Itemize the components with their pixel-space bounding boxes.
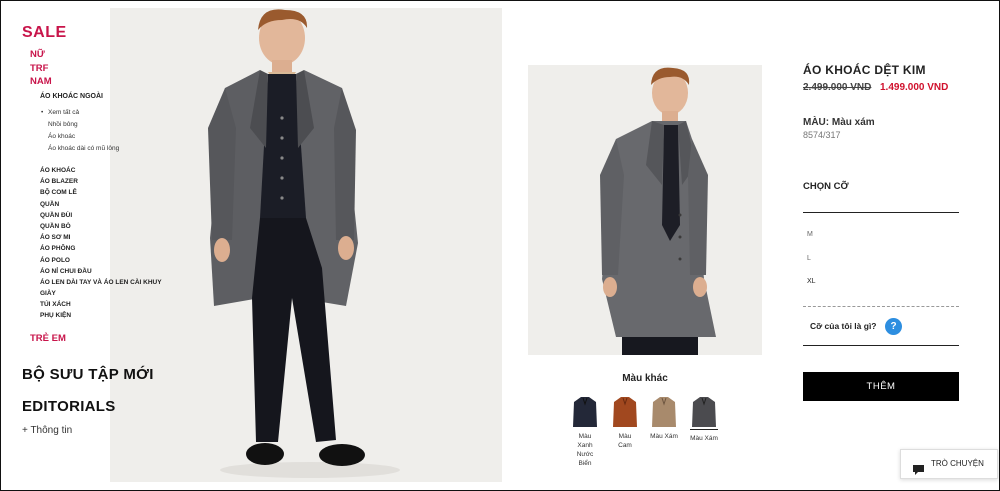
nav-category-item[interactable]: ÁO KHOÁC [40,165,162,176]
color-swatch[interactable]: Màu Xanh Nước Biển [571,396,599,468]
nav-editorials[interactable]: EDITORIALS [22,398,116,415]
nav-category-item[interactable]: ÁO SƠ MI [40,232,162,243]
nav-sale[interactable]: SALE [22,24,67,42]
nav-outerwear-item[interactable]: Áo khoác dài có mũ lông [48,143,119,155]
add-to-cart-button[interactable]: THÊM [803,372,959,401]
nav-men[interactable]: NAM [30,76,52,87]
color-swatch[interactable]: Màu Cam [611,396,639,450]
nav-category-item[interactable]: BỘ COM LÊ [40,187,162,198]
choose-size-heading: CHỌN CỠ [803,181,849,192]
more-info-link[interactable]: + Thông tin [22,425,72,436]
nav-category-item[interactable]: TÚI XÁCH [40,299,162,310]
sale-price: 1.499.000 VND [880,82,949,93]
nav-category-item[interactable]: QUẦN [40,199,162,210]
nav-category-item[interactable]: PHỤ KIỆN [40,310,162,321]
product-reference: 8574/317 [803,130,841,140]
swatch-label: Màu Xám [650,433,678,440]
chat-button[interactable]: TRÒ CHUYỆN [900,449,998,479]
coat-thumbnail-icon [573,397,597,427]
original-price: 2.499.000 VND [803,82,872,93]
nav-category-item[interactable]: ÁO LEN DÀI TAY VÀ ÁO LEN CÀI KHUY [40,277,162,288]
divider [803,345,959,346]
help-icon[interactable]: ? [885,318,902,335]
nav-kids[interactable]: TRẺ EM [30,333,66,344]
chat-label: TRÒ CHUYỆN [931,459,984,468]
divider [803,212,959,213]
nav-outerwear-item[interactable]: Áo khoác [48,131,119,143]
nav-outerwear-heading[interactable]: ÁO KHOÁC NGOÀI [40,93,103,100]
coat-thumbnail-icon [652,397,676,427]
chat-bubble-icon [913,459,924,487]
nav-women[interactable]: NỮ [30,49,45,60]
coat-thumbnail-icon [613,397,637,427]
nav-category-item[interactable]: QUẦN ĐÙI [40,210,162,221]
product-color: MÀU: Màu xám [803,117,875,128]
nav-trf[interactable]: TRF [30,63,48,74]
color-swatch[interactable]: Màu Xám [650,396,678,441]
product-title: ÁO KHOÁC DỆT KIM [803,63,926,77]
nav-outerwear-list: Xem tất cả Nhồi bông Áo khoác Áo khoác d… [41,107,119,155]
selected-indicator [690,429,718,430]
nav-outerwear-item[interactable]: Nhồi bông [48,119,119,131]
secondary-product-photo [528,65,762,355]
nav-category-item[interactable]: ÁO POLO [40,255,162,266]
swatch-label: Màu Xanh Nước Biển [576,433,594,467]
other-colors-title: Màu khác [622,373,668,384]
nav-men-categories: ÁO KHOÁC ÁO BLAZER BỘ COM LÊ QUẦN QUẦN Đ… [40,165,162,322]
size-option-m[interactable]: M [807,231,813,238]
size-option-l[interactable]: L [807,255,811,262]
swatch-label: Màu Cam [618,433,632,449]
nav-category-item[interactable]: ÁO NỈ CHUI ĐẦU [40,266,162,277]
size-option-xl[interactable]: XL [807,278,816,285]
nav-category-item[interactable]: QUẦN BÒ [40,221,162,232]
nav-category-item[interactable]: ÁO PHÔNG [40,243,162,254]
swatch-label: Màu Xám [690,435,718,442]
nav-new-collection[interactable]: BỘ SƯU TẬP MỚI [22,366,154,383]
coat-thumbnail-icon [692,397,716,427]
nav-category-item[interactable]: GIÀY [40,288,162,299]
color-swatch-selected[interactable]: Màu Xám [690,396,718,443]
divider-dashed [803,306,959,307]
nav-category-item[interactable]: ÁO BLAZER [40,176,162,187]
main-product-photo [110,8,502,482]
nav-outerwear-item[interactable]: Xem tất cả [41,107,119,119]
size-guide-link[interactable]: Cỡ của tôi là gì? [810,321,877,331]
